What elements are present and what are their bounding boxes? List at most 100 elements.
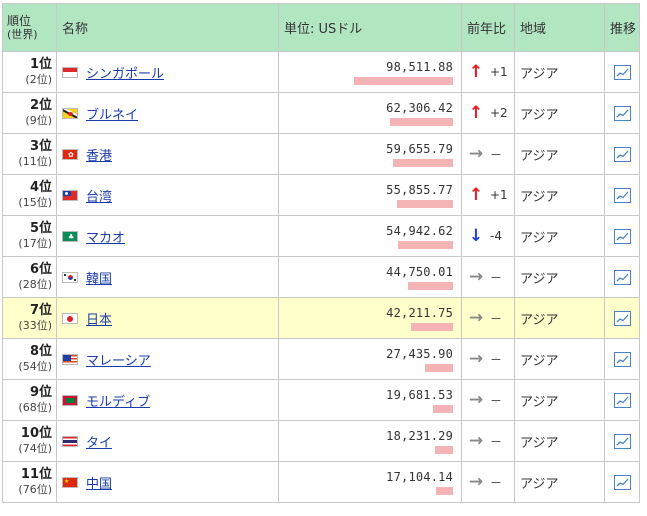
header-rank[interactable]: 順位 (世界) <box>2 3 57 52</box>
world-rank: (76位) <box>18 483 52 496</box>
header-region[interactable]: 地域 <box>514 3 605 52</box>
rank-cell: 10位 (74位) <box>2 420 57 462</box>
country-link[interactable]: マレーシア <box>86 354 151 369</box>
rank-label: 9位 <box>29 385 52 400</box>
change-text: － <box>490 352 503 367</box>
country-link[interactable]: 台湾 <box>86 190 112 205</box>
trend-cell <box>604 379 640 421</box>
world-rank: (33位) <box>18 319 52 332</box>
name-cell: タイ <box>56 420 279 462</box>
value-text: 98,511.88 <box>386 59 453 74</box>
trend-cell <box>604 256 640 298</box>
trend-chart-icon[interactable] <box>613 392 631 408</box>
country-link[interactable]: シンガポール <box>86 67 164 82</box>
trend-chart-icon[interactable] <box>613 146 631 162</box>
trend-chart-icon[interactable] <box>613 269 631 285</box>
rank-label: 3位 <box>29 139 52 154</box>
singapore-flag-icon <box>62 66 78 78</box>
name-cell: ★ 中国 <box>56 461 279 503</box>
header-rank-sub: (世界) <box>7 27 38 41</box>
rank-label: 11位 <box>20 467 52 482</box>
change-cell: → － <box>461 133 515 175</box>
change-cell: → － <box>461 338 515 380</box>
trend-chart-icon[interactable] <box>613 105 631 121</box>
country-link[interactable]: タイ <box>86 436 112 451</box>
world-rank: (74位) <box>18 442 52 455</box>
change-text: － <box>490 270 503 285</box>
rank-cell: 5位 (17位) <box>2 215 57 257</box>
trend-chart-icon[interactable] <box>613 310 631 326</box>
country-link[interactable]: 中国 <box>86 477 112 492</box>
name-cell: マレーシア <box>56 338 279 380</box>
trend-chart-icon[interactable] <box>613 351 631 367</box>
hongkong-flag-icon: ✿ <box>62 148 78 160</box>
trend-cell <box>604 420 640 462</box>
trend-chart-icon[interactable] <box>613 228 631 244</box>
world-rank: (11位) <box>18 155 52 168</box>
change-cell: → － <box>461 379 515 421</box>
trend-chart-icon[interactable] <box>613 187 631 203</box>
region-cell: アジア <box>514 51 605 93</box>
country-link[interactable]: 韓国 <box>86 272 112 287</box>
world-rank: (15位) <box>18 196 52 209</box>
header-trend: 推移 <box>604 3 640 52</box>
thailand-flag-icon <box>62 435 78 447</box>
world-rank: (9位) <box>25 114 52 127</box>
value-text: 18,231.29 <box>386 428 453 443</box>
value-text: 55,855.77 <box>386 182 453 197</box>
header-change[interactable]: 前年比 <box>461 3 515 52</box>
rank-label: 1位 <box>29 57 52 72</box>
region-cell: アジア <box>514 256 605 298</box>
value-bar <box>433 404 453 413</box>
header-unit[interactable]: 単位: USドル <box>278 3 462 52</box>
value-cell: 59,655.79 <box>278 133 462 175</box>
country-link[interactable]: ブルネイ <box>86 108 138 123</box>
table-body: 1位 (2位) シンガポール 98,511.88 ↑ +1 アジア 2位 (9位)… <box>2 51 640 503</box>
value-cell: 19,681.53 <box>278 379 462 421</box>
country-link[interactable]: 香港 <box>86 149 112 164</box>
value-text: 42,211.75 <box>386 305 453 320</box>
table-row: 9位 (68位) モルディブ 19,681.53 → － アジア <box>2 379 640 421</box>
trend-chart-icon[interactable] <box>613 474 631 490</box>
arrow-right-icon: → <box>468 431 484 451</box>
value-cell: 18,231.29 <box>278 420 462 462</box>
header-name[interactable]: 名称 <box>56 3 279 52</box>
value-cell: 17,104.14 <box>278 461 462 503</box>
name-cell: 日本 <box>56 297 279 339</box>
change-text: － <box>490 147 503 162</box>
rank-cell: 9位 (68位) <box>2 379 57 421</box>
table-row: 10位 (74位) タイ 18,231.29 → － アジア <box>2 420 640 462</box>
name-cell: ブルネイ <box>56 92 279 134</box>
value-text: 44,750.01 <box>386 264 453 279</box>
value-bar <box>398 240 453 249</box>
country-link[interactable]: モルディブ <box>86 395 150 410</box>
change-text: － <box>490 311 503 326</box>
region-cell: アジア <box>514 174 605 216</box>
arrow-up-icon: ↑ <box>468 62 484 82</box>
table-row: 6位 (28位) 韓国 44,750.01 → － アジア <box>2 256 640 298</box>
trend-chart-icon[interactable] <box>613 433 631 449</box>
trend-chart-icon[interactable] <box>613 64 631 80</box>
world-rank: (54位) <box>18 360 52 373</box>
country-link[interactable]: 日本 <box>86 313 112 328</box>
rank-cell: 4位 (15位) <box>2 174 57 216</box>
value-text: 54,942.62 <box>386 223 453 238</box>
region-cell: アジア <box>514 215 605 257</box>
table-row: 2位 (9位) ブルネイ 62,306.42 ↑ +2 アジア <box>2 92 640 134</box>
region-cell: アジア <box>514 92 605 134</box>
change-cell: → － <box>461 256 515 298</box>
value-cell: 42,211.75 <box>278 297 462 339</box>
trend-cell <box>604 338 640 380</box>
trend-cell <box>604 133 640 175</box>
country-link[interactable]: マカオ <box>86 231 125 246</box>
rank-label: 10位 <box>20 426 52 441</box>
value-bar <box>408 281 453 290</box>
change-cell: ↑ +1 <box>461 51 515 93</box>
rank-label: 6位 <box>29 262 52 277</box>
trend-cell <box>604 461 640 503</box>
change-text: -4 <box>490 229 502 243</box>
rank-cell: 2位 (9位) <box>2 92 57 134</box>
change-cell: → － <box>461 461 515 503</box>
table-row: 4位 (15位) 台湾 55,855.77 ↑ +1 アジア <box>2 174 640 216</box>
table-row: 5位 (17位) ♣ マカオ 54,942.62 ↓ -4 アジア <box>2 215 640 257</box>
